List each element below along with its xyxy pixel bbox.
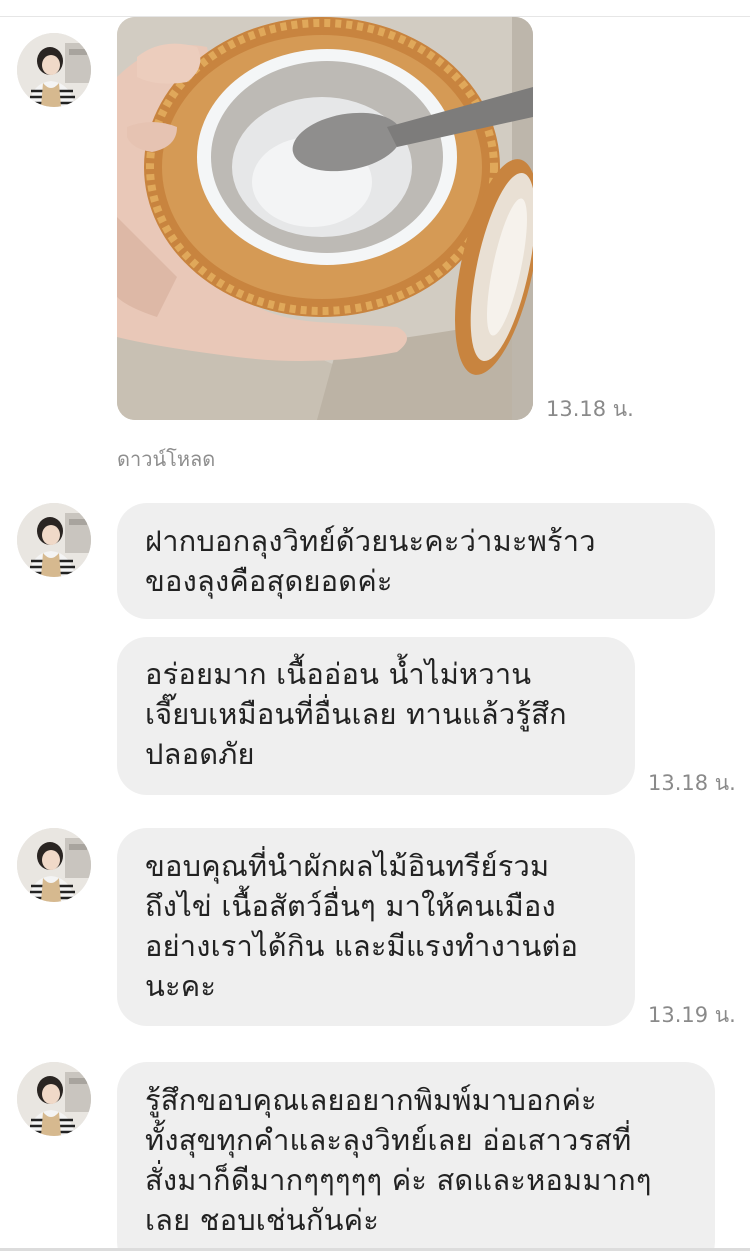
message-text-line: เลย ชอบเช่นกันค่ะ: [145, 1203, 379, 1237]
avatar-photo: [17, 503, 91, 577]
message-text-line: ของลุงคือสุดยอดค่ะ: [145, 564, 393, 598]
avatar-photo: [17, 1062, 91, 1136]
avatar-photo: [17, 828, 91, 902]
sender-avatar[interactable]: [17, 1062, 91, 1136]
message-text-line: รู้สึกขอบคุณเลยอยากพิมพ์มาบอกค่ะ: [145, 1083, 597, 1117]
message-bubble[interactable]: รู้สึกขอบคุณเลยอยากพิมพ์มาบอกค่ะ ทั้งสุข…: [117, 1062, 715, 1251]
download-link[interactable]: ดาวน์โหลด: [117, 447, 215, 471]
sender-avatar[interactable]: [17, 828, 91, 902]
message-text-line: เจี๊ยบเหมือนที่อื่นเลย ทานแล้วรู้สึก: [145, 697, 567, 731]
message-text-line: ขอบคุณที่นำผักผลไม้อินทรีย์รวม: [145, 849, 550, 883]
message-text-line: ฝากบอกลุงวิทย์ด้วยนะคะว่ามะพร้าว: [145, 524, 596, 558]
coconut-photo[interactable]: [117, 17, 533, 420]
coconut-image: [117, 17, 533, 420]
message-text-line: สั่งมาก็ดีมากๆๆๆๆๆ ค่ะ สดและหอมมากๆ: [145, 1163, 652, 1197]
message-text-line: ปลอดภัย: [145, 737, 255, 771]
avatar-photo: [17, 33, 91, 107]
sender-avatar[interactable]: [17, 33, 91, 107]
message-bubble[interactable]: ฝากบอกลุงวิทย์ด้วยนะคะว่ามะพร้าว ของลุงค…: [117, 503, 715, 619]
message-text-line: อย่างเราได้กิน และมีแรงทำงานต่อ: [145, 929, 579, 963]
message-timestamp: 13.18 น.: [546, 397, 634, 421]
message-bubble[interactable]: ขอบคุณที่นำผักผลไม้อินทรีย์รวม ถึงไข่ เน…: [117, 828, 635, 1026]
chat-thread: 13.18 น. ดาวน์โหลด ฝากบอกลุงวิทย์ด้วยนะค…: [0, 0, 750, 1251]
message-bubble[interactable]: อร่อยมาก เนื้ออ่อน น้ำไม่หวาน เจี๊ยบเหมื…: [117, 637, 635, 795]
message-text-line: อร่อยมาก เนื้ออ่อน น้ำไม่หวาน: [145, 657, 532, 691]
message-text-line: ทั้งสุขทุกคำและลุงวิทย์เลย อ่อเสาวรสที่: [145, 1123, 632, 1157]
message-text-line: ถึงไข่ เนื้อสัตว์อื่นๆ มาให้คนเมือง: [145, 889, 556, 923]
message-timestamp: 13.19 น.: [648, 1003, 736, 1027]
message-text-line: นะคะ: [145, 969, 217, 1003]
message-timestamp: 13.18 น.: [648, 771, 736, 795]
sender-avatar[interactable]: [17, 503, 91, 577]
